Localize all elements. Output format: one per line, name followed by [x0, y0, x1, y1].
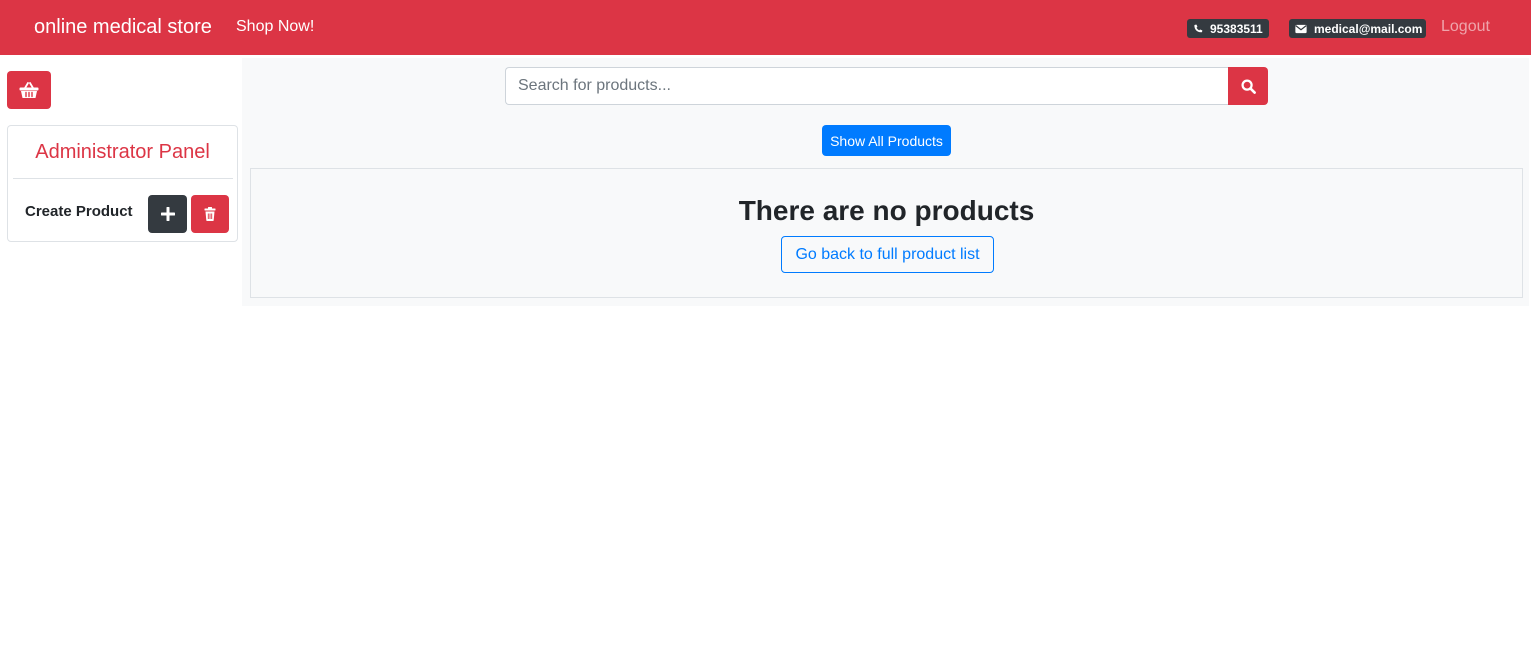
- phone-badge: 95383511: [1187, 19, 1269, 38]
- search-button[interactable]: [1228, 67, 1268, 105]
- envelope-icon: [1295, 24, 1307, 33]
- admin-panel-card: Administrator Panel Create Product: [7, 125, 238, 242]
- search-icon: [1240, 78, 1256, 94]
- create-product-label: Create Product: [25, 203, 133, 220]
- show-all-products-button[interactable]: Show All Products: [822, 125, 951, 156]
- cart-button[interactable]: [7, 71, 51, 109]
- plus-icon: [160, 207, 175, 221]
- shop-now-link[interactable]: Shop Now!: [236, 18, 314, 36]
- delete-product-button[interactable]: [191, 195, 229, 233]
- go-back-button[interactable]: Go back to full product list: [781, 236, 994, 273]
- divider: [13, 178, 233, 179]
- top-navbar: online medical store Shop Now! 95383511 …: [0, 0, 1531, 55]
- logout-link[interactable]: Logout: [1441, 18, 1490, 36]
- phone-icon: [1194, 24, 1203, 32]
- email-badge: medical@mail.com: [1289, 19, 1426, 38]
- email-address: medical@mail.com: [1314, 21, 1423, 36]
- brand-title[interactable]: online medical store: [34, 16, 212, 39]
- admin-panel-title: Administrator Panel: [35, 141, 210, 163]
- search-input[interactable]: [505, 67, 1229, 105]
- phone-number: 95383511: [1210, 21, 1263, 36]
- trash-icon: [204, 207, 216, 221]
- add-product-button[interactable]: [148, 195, 187, 233]
- shopping-basket-icon: [19, 81, 39, 98]
- empty-products-panel: There are no products Go back to full pr…: [250, 168, 1523, 298]
- empty-message: There are no products: [738, 195, 1035, 226]
